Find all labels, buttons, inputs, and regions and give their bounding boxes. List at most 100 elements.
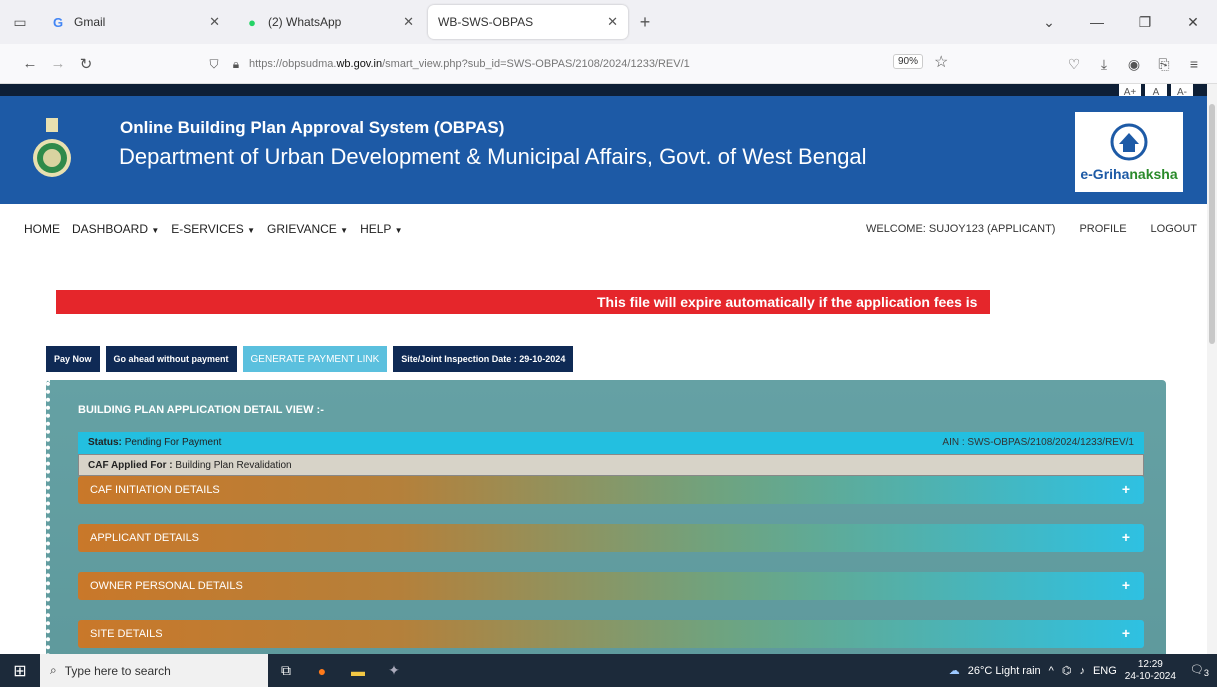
- menu-icon[interactable]: ≡: [1179, 56, 1209, 72]
- pocket-icon[interactable]: ♡: [1059, 56, 1089, 73]
- menu-grievance[interactable]: GRIEVANCE ▼: [267, 222, 348, 236]
- menu-dashboard[interactable]: DASHBOARD ▼: [72, 222, 159, 236]
- chevron-down-icon[interactable]: ⌄: [1025, 14, 1073, 31]
- url-prefix: https://obpsudma.: [249, 58, 337, 70]
- e-grihanaksha-logo[interactable]: e-Grihanaksha: [1075, 112, 1183, 192]
- application-detail-panel: BUILDING PLAN APPLICATION DETAIL VIEW :-…: [46, 380, 1166, 654]
- tab-whatsapp[interactable]: ● (2) WhatsApp ✕: [234, 5, 424, 39]
- maximize-icon[interactable]: ❐: [1121, 14, 1169, 31]
- task-view-icon[interactable]: ⧉: [268, 662, 304, 679]
- menu-eservices-label: E-SERVICES: [171, 222, 244, 236]
- status-bar: Status: Pending For Payment AIN : SWS-OB…: [78, 432, 1144, 454]
- close-icon[interactable]: ✕: [209, 14, 220, 30]
- inspection-date-button[interactable]: Site/Joint Inspection Date : 29-10-2024: [393, 346, 574, 372]
- tray-chevron-icon[interactable]: ^: [1049, 665, 1054, 677]
- profile-link[interactable]: PROFILE: [1079, 223, 1126, 235]
- close-icon[interactable]: ✕: [403, 14, 414, 30]
- west-bengal-emblem-icon: [33, 118, 71, 177]
- tab-label: (2) WhatsApp: [268, 15, 342, 29]
- logout-link[interactable]: LOGOUT: [1151, 223, 1197, 235]
- pay-now-button[interactable]: Pay Now: [46, 346, 100, 372]
- app-icon[interactable]: ✦: [376, 662, 412, 679]
- zoom-level[interactable]: 90%: [893, 54, 924, 69]
- generate-payment-link-button[interactable]: GENERATE PAYMENT LINK: [242, 346, 388, 372]
- menu-home[interactable]: HOME: [24, 222, 60, 236]
- caf-applied: CAF Applied For : Building Plan Revalida…: [88, 460, 292, 471]
- section-applicant-details[interactable]: APPLICANT DETAILS +: [78, 524, 1144, 552]
- system-tray: ☁ 26°C Light rain ^ ⌬ ♪ ENG 12:29 24-10-…: [949, 654, 1217, 687]
- section-title: APPLICANT DETAILS: [90, 532, 200, 544]
- expand-plus-icon[interactable]: +: [1122, 529, 1130, 545]
- menu-eservices[interactable]: E-SERVICES ▼: [171, 222, 255, 236]
- menu-help-label: HELP: [360, 222, 392, 236]
- download-icon[interactable]: ⤓: [1089, 56, 1119, 73]
- search-icon: ⌕: [50, 663, 57, 677]
- gmail-favicon-icon: G: [52, 14, 64, 30]
- browser-tab-bar: ▭ G Gmail ✕ ● (2) WhatsApp ✕ WB-SWS-OBPA…: [0, 0, 1217, 44]
- caret-down-icon: ▼: [247, 226, 256, 235]
- tab-obpas[interactable]: WB-SWS-OBPAS ✕: [428, 5, 628, 39]
- menu-grievance-label: GRIEVANCE: [267, 222, 337, 236]
- expand-plus-icon[interactable]: +: [1122, 625, 1130, 641]
- caf-label: CAF Applied For :: [88, 460, 173, 471]
- page-scrollbar[interactable]: [1207, 84, 1217, 654]
- menu-help[interactable]: HELP ▼: [360, 222, 402, 236]
- close-window-icon[interactable]: ✕: [1169, 14, 1217, 31]
- ain-number: AIN : SWS-OBPAS/2108/2024/1233/REV/1: [942, 437, 1134, 448]
- payment-actions: Pay Now Go ahead without payment GENERAT…: [46, 346, 574, 372]
- window-controls: ⌄ — ❐ ✕: [1025, 0, 1217, 44]
- lock-icon[interactable]: 🔒︎: [227, 57, 245, 72]
- expand-plus-icon[interactable]: +: [1122, 577, 1130, 593]
- volume-icon[interactable]: ♪: [1079, 665, 1085, 677]
- minimize-icon[interactable]: —: [1073, 14, 1121, 30]
- caret-down-icon: ▼: [340, 226, 349, 235]
- clock[interactable]: 12:29 24-10-2024: [1125, 659, 1176, 683]
- clock-time: 12:29: [1137, 658, 1163, 670]
- account-icon[interactable]: ◉: [1119, 56, 1149, 73]
- menu-dashboard-label: DASHBOARD: [72, 222, 149, 236]
- section-title: OWNER PERSONAL DETAILS: [90, 580, 243, 592]
- tab-label: Gmail: [74, 15, 106, 29]
- logo-text-a: e-Griha: [1080, 166, 1130, 182]
- windows-taskbar: ⊞ ⌕ Type here to search ⧉ ● ▬ ✦ ☁ 26°C L…: [0, 654, 1217, 687]
- weather-icon[interactable]: ☁: [949, 664, 960, 677]
- firefox-icon[interactable]: ●: [304, 663, 340, 679]
- notification-icon[interactable]: 🗨︎3: [1190, 663, 1209, 678]
- shield-icon[interactable]: ⛉: [205, 57, 223, 72]
- section-owner-personal-details[interactable]: OWNER PERSONAL DETAILS +: [78, 572, 1144, 600]
- section-site-details[interactable]: SITE DETAILS +: [78, 620, 1144, 648]
- windows-start-icon[interactable]: ⊞: [0, 661, 40, 681]
- close-icon[interactable]: ✕: [607, 14, 618, 30]
- forward-icon[interactable]: →: [44, 55, 72, 72]
- caret-down-icon: ▼: [151, 226, 160, 235]
- expand-plus-icon[interactable]: +: [1122, 481, 1130, 497]
- status-value: Pending For Payment: [124, 437, 222, 448]
- logo-text: e-Grihanaksha: [1080, 166, 1177, 182]
- main-menu: HOME DASHBOARD ▼ E-SERVICES ▼ GRIEVANCE …: [0, 204, 1207, 254]
- go-ahead-without-payment-button[interactable]: Go ahead without payment: [105, 346, 237, 372]
- logo-text-b: naksha: [1129, 166, 1178, 182]
- status: Status: Pending For Payment: [88, 437, 221, 448]
- back-icon[interactable]: ←: [16, 55, 44, 72]
- tab-gmail[interactable]: G Gmail ✕: [40, 5, 230, 39]
- file-explorer-icon[interactable]: ▬: [340, 663, 376, 679]
- language-indicator[interactable]: ENG: [1093, 665, 1117, 677]
- section-caf-initiation[interactable]: CAF INITIATION DETAILS +: [78, 476, 1144, 504]
- search-placeholder: Type here to search: [64, 663, 171, 678]
- network-icon[interactable]: ⌬: [1062, 664, 1072, 677]
- status-label: Status:: [88, 437, 122, 448]
- address-bar[interactable]: ⛉ 🔒︎ https://obpsudma. wb.gov.in/smart_vi…: [205, 50, 965, 78]
- new-tab-icon[interactable]: +: [628, 12, 662, 33]
- taskbar-search[interactable]: ⌕ Type here to search: [40, 654, 268, 687]
- scrollbar-thumb[interactable]: [1209, 104, 1215, 344]
- tab-list-icon[interactable]: ▭: [0, 0, 40, 44]
- extensions-icon[interactable]: ⎘: [1149, 56, 1179, 73]
- caret-down-icon: ▼: [394, 226, 403, 235]
- browser-nav-bar: ← → ↻ ⛉ 🔒︎ https://obpsudma. wb.gov.in/sm…: [0, 44, 1217, 84]
- url-host: wb.gov.in: [336, 58, 383, 70]
- site-header: Online Building Plan Approval System (OB…: [0, 96, 1207, 204]
- reload-icon[interactable]: ↻: [72, 55, 100, 73]
- tab-label: WB-SWS-OBPAS: [438, 15, 534, 29]
- weather-text[interactable]: 26°C Light rain: [968, 665, 1041, 677]
- bookmark-star-icon[interactable]: ☆: [934, 52, 948, 72]
